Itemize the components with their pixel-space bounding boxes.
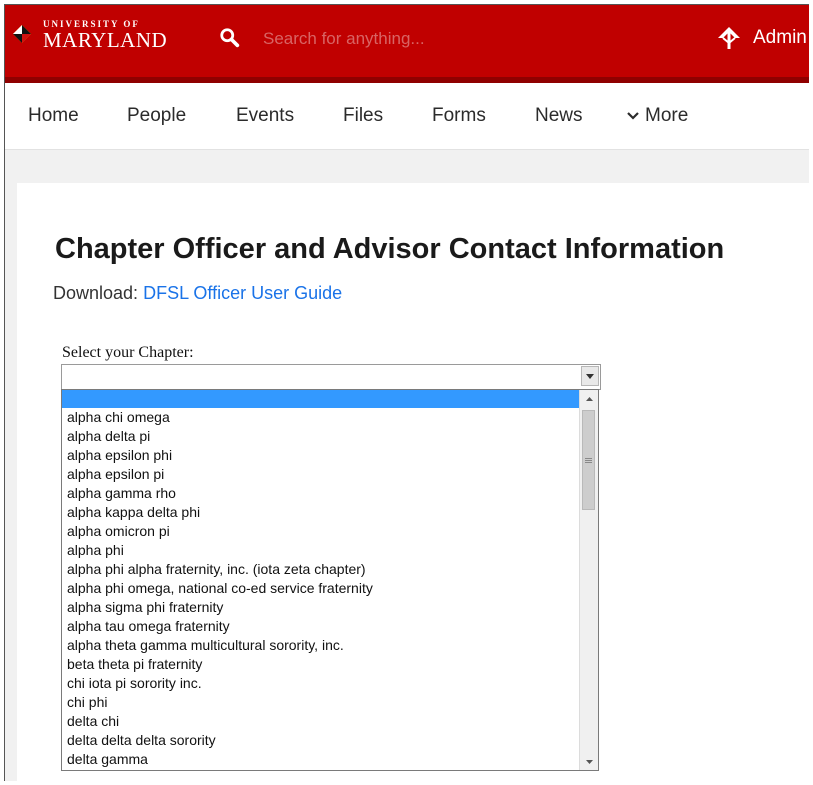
scroll-thumb[interactable] [582, 410, 595, 510]
chapter-option[interactable]: alpha gamma rho [62, 484, 580, 503]
nav-forms[interactable]: Forms [432, 105, 486, 127]
chapter-option[interactable]: chi iota pi sorority inc. [62, 674, 580, 693]
chapter-option[interactable]: beta theta pi fraternity [62, 655, 580, 674]
chapter-option[interactable]: alpha epsilon pi [62, 465, 580, 484]
chapter-option[interactable]: alpha phi omega, national co-ed service … [62, 579, 580, 598]
chapter-option[interactable]: alpha sigma phi fraternity [62, 598, 580, 617]
dropdown-scrollbar[interactable] [579, 390, 598, 770]
main-content: Chapter Officer and Advisor Contact Info… [17, 183, 809, 781]
option-list: alpha chi omega alpha delta pi alpha epsil… [62, 390, 580, 770]
chapter-option[interactable] [62, 390, 580, 408]
search-icon[interactable] [219, 27, 241, 49]
chapter-option[interactable]: alpha kappa delta phi [62, 503, 580, 522]
chevron-down-icon [627, 112, 639, 120]
nav-people[interactable]: People [127, 105, 186, 127]
chapter-option[interactable]: alpha omicron pi [62, 522, 580, 541]
chapter-option[interactable]: chi phi [62, 693, 580, 712]
chapter-option[interactable]: alpha theta gamma multicultural sorority… [62, 636, 580, 655]
nav-more-label: More [645, 105, 689, 126]
nav-more[interactable]: More [627, 105, 688, 127]
main-navigation: Home People Events Files Forms News More [5, 83, 809, 150]
logo-maryland: MARYLAND [43, 28, 168, 52]
user-name: Admin [753, 27, 807, 48]
chapter-option[interactable]: alpha phi alpha fraternity, inc. (iota z… [62, 560, 580, 579]
nav-news[interactable]: News [535, 105, 583, 127]
chapter-select-label: Select your Chapter: [62, 344, 194, 361]
chapter-option[interactable]: delta gamma [62, 750, 580, 769]
scroll-down-arrow-icon[interactable] [580, 753, 598, 770]
user-guide-link[interactable]: DFSL Officer User Guide [143, 283, 342, 303]
chapter-option[interactable]: delta chi [62, 712, 580, 731]
search-input[interactable] [261, 25, 585, 53]
page-title: Chapter Officer and Advisor Contact Info… [55, 233, 725, 265]
dropdown-arrow-icon[interactable] [581, 366, 599, 386]
browser-viewport: UNIVERSITY OF MARYLAND Admin Home People… [4, 4, 809, 781]
nav-files[interactable]: Files [343, 105, 383, 127]
chapter-option[interactable]: alpha chi omega [62, 408, 580, 427]
user-menu[interactable]: Admin [713, 23, 807, 53]
nav-events[interactable]: Events [236, 105, 294, 127]
download-line: Download: DFSL Officer User Guide [53, 283, 342, 304]
chapter-dropdown-list[interactable]: alpha chi omega alpha delta pi alpha epsil… [61, 389, 599, 771]
chapter-option[interactable]: alpha delta pi [62, 427, 580, 446]
scroll-up-arrow-icon[interactable] [580, 390, 598, 407]
top-header-bar: UNIVERSITY OF MARYLAND Admin [5, 5, 809, 83]
chapter-option[interactable]: alpha epsilon phi [62, 446, 580, 465]
download-label: Download: [53, 283, 139, 303]
chapter-option[interactable]: delta delta delta sorority [62, 731, 580, 750]
chapter-option[interactable]: alpha tau omega fraternity [62, 617, 580, 636]
chapter-option[interactable]: alpha phi [62, 541, 580, 560]
nav-home[interactable]: Home [28, 105, 79, 127]
umbrella-flag-icon [718, 27, 740, 49]
university-logo[interactable]: UNIVERSITY OF MARYLAND [13, 19, 183, 53]
chapter-select[interactable] [61, 364, 601, 390]
maryland-flag-icon [13, 25, 31, 43]
